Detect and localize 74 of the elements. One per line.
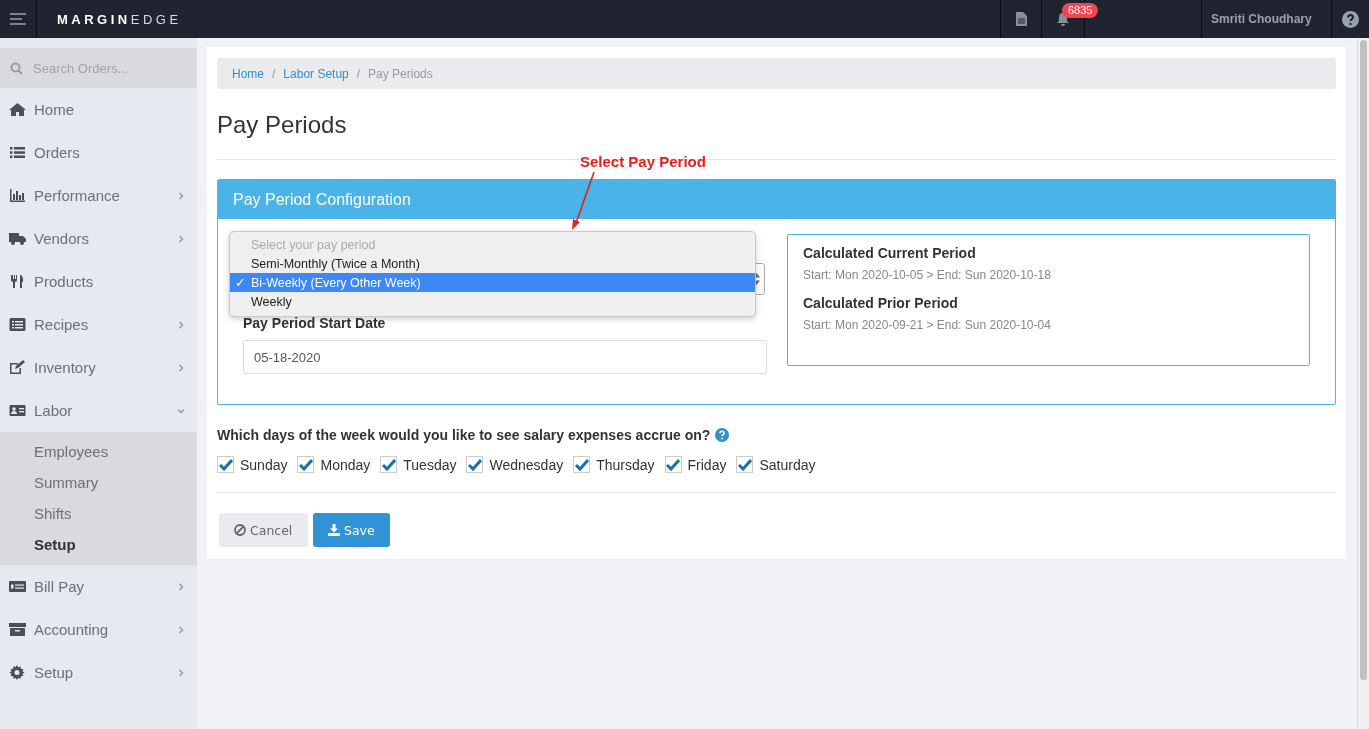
checkbox[interactable] — [466, 456, 484, 473]
period-title: Calculated Current Period — [803, 245, 976, 261]
edit-icon — [9, 360, 26, 375]
breadcrumb-separator: / — [356, 66, 361, 81]
sidebar-item[interactable]: Vendors — [0, 217, 197, 260]
checkbox[interactable] — [573, 456, 591, 473]
user-name[interactable]: Smriti Choudhary — [1211, 12, 1312, 26]
period-range: Start: Mon 2020-10-05 > End: Sun 2020-10-18 — [803, 268, 1051, 282]
sidebar-subitem[interactable]: Employees — [0, 436, 109, 467]
checkbox-label: Tuesday — [403, 456, 457, 473]
breadcrumb-link[interactable]: Home — [232, 66, 264, 81]
bill-icon — [9, 579, 26, 594]
checkbox-label: Monday — [320, 456, 371, 473]
checkbox[interactable] — [664, 456, 682, 473]
checkbox-label: Wednesday — [489, 456, 564, 473]
bar-chart-icon — [9, 188, 26, 203]
download-icon — [328, 524, 340, 536]
date-input[interactable]: 05-18-2020 — [243, 340, 767, 374]
field-label: Pay Period Start Date — [243, 315, 386, 331]
check-mark: ✓ — [234, 275, 247, 290]
period-range: Start: Mon 2020-09-21 > End: Sun 2020-10-04 — [803, 318, 1051, 332]
annotation-arrow — [570, 171, 598, 231]
checkbox-label: Sunday — [240, 456, 288, 473]
breadcrumb-separator: / — [272, 66, 276, 81]
logo-text: EDGE — [130, 11, 182, 27]
checkbox[interactable] — [217, 456, 234, 473]
search-field[interactable]: Search Orders... — [0, 48, 197, 88]
sidebar-item[interactable]: Accounting — [0, 608, 197, 651]
archive-icon — [9, 622, 26, 637]
home-icon — [9, 102, 26, 117]
dropdown-option[interactable]: ✓ Bi-Weekly (Every Other Week) — [230, 273, 755, 292]
checkbox-label: Saturday — [759, 456, 816, 473]
logo-text: MARGIN — [57, 11, 131, 27]
card-title: Pay Period Configuration — [233, 190, 411, 209]
ban-icon — [234, 524, 246, 536]
fork-knife-icon — [9, 274, 26, 289]
checkbox[interactable] — [297, 456, 315, 473]
sidebar-subitem[interactable]: Shifts — [0, 498, 72, 529]
period-title: Calculated Prior Period — [803, 295, 958, 311]
checkbox[interactable] — [736, 456, 754, 473]
cancel-button[interactable]: Cancel — [219, 513, 308, 547]
dropdown-option[interactable]: Weekly — [230, 292, 755, 311]
sidebar-item[interactable]: Home — [0, 88, 197, 131]
help-icon[interactable] — [715, 428, 730, 442]
notification-badge: 6835 — [1062, 3, 1099, 18]
truck-icon — [9, 231, 26, 246]
save-button[interactable]: Save — [313, 513, 390, 547]
breadcrumb-link[interactable]: Labor Setup — [283, 66, 349, 81]
id-card-icon — [9, 403, 26, 418]
sidebar-item[interactable]: Orders — [0, 131, 197, 174]
sidebar-item[interactable]: Recipes — [0, 303, 197, 346]
help-icon[interactable] — [1342, 10, 1359, 28]
sidebar-subitem[interactable]: Setup — [0, 529, 76, 560]
sidebar-item[interactable]: Inventory — [0, 346, 197, 389]
checkbox-label: Thursday — [596, 456, 655, 473]
page-title: Pay Periods — [217, 111, 347, 139]
gear-icon — [9, 665, 26, 680]
sidebar-item[interactable]: Labor — [0, 389, 197, 432]
sidebar-item[interactable]: Products — [0, 260, 197, 303]
checkbox-label: Friday — [687, 456, 727, 473]
dropdown-option[interactable]: Semi-Monthly (Twice a Month) — [230, 254, 755, 273]
document-icon[interactable] — [1015, 12, 1027, 26]
breadcrumb-current: Pay Periods — [368, 66, 433, 81]
sidebar-item[interactable]: Bill Pay — [0, 565, 197, 608]
menu-icon[interactable] — [9, 13, 27, 25]
sidebar-item[interactable]: Setup — [0, 651, 197, 694]
sidebar-item[interactable]: Performance — [0, 174, 197, 217]
question-text: Which days of the week would you like to see salary expenses accrue on? — [217, 427, 711, 443]
annotation-text: Select Pay Period — [580, 153, 706, 170]
scrollbar-thumb[interactable] — [1360, 40, 1367, 680]
list-icon — [9, 145, 26, 160]
sidebar-subitem[interactable]: Summary — [0, 467, 99, 498]
checkbox[interactable] — [380, 456, 398, 473]
list-icon — [9, 317, 26, 332]
